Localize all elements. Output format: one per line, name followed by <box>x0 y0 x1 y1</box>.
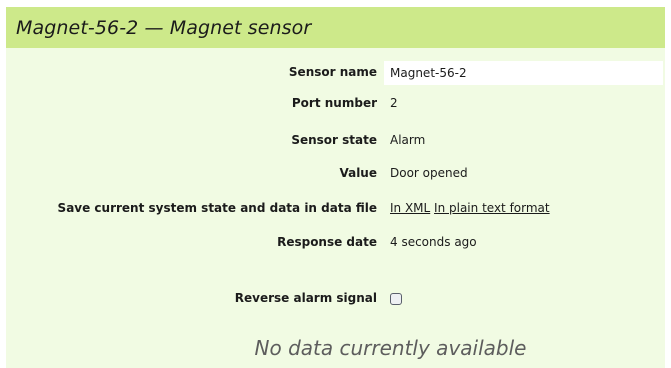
reverse-alarm-row: Reverse alarm signal <box>6 287 665 311</box>
sensor-name-input[interactable] <box>384 61 663 85</box>
port-number-label: Port number <box>291 96 377 110</box>
response-date-value: 4 seconds ago <box>390 235 477 249</box>
sensor-state-row: Sensor state Alarm <box>6 129 665 153</box>
sensor-name-label: Sensor name <box>288 65 377 79</box>
response-date-row: Response date 4 seconds ago <box>6 231 665 255</box>
no-data-message: No data currently available <box>254 336 527 360</box>
port-number-row: Port number 2 <box>6 92 665 116</box>
save-links: In XML In plain text format <box>390 201 550 215</box>
save-state-label: Save current system state and data in da… <box>57 201 377 215</box>
port-number-value: 2 <box>390 96 398 110</box>
reverse-alarm-checkbox[interactable] <box>390 293 402 305</box>
save-xml-link[interactable]: In XML <box>390 201 430 215</box>
sensor-name-row: Sensor name <box>6 61 665 85</box>
sensor-state-value: Alarm <box>390 133 426 147</box>
panel-header: Magnet-56-2 — Magnet sensor <box>6 7 665 48</box>
value-row: Value Door opened <box>6 162 665 186</box>
save-plain-text-link[interactable]: In plain text format <box>434 201 550 215</box>
page-title: Magnet-56-2 — Magnet sensor <box>16 16 312 39</box>
value-value: Door opened <box>390 166 468 180</box>
response-date-label: Response date <box>277 235 377 249</box>
sensor-panel: Magnet-56-2 — Magnet sensor Sensor name … <box>6 7 665 368</box>
save-state-row: Save current system state and data in da… <box>6 197 665 221</box>
sensor-state-label: Sensor state <box>291 133 377 147</box>
reverse-alarm-label: Reverse alarm signal <box>234 291 377 305</box>
value-label: Value <box>339 166 377 180</box>
